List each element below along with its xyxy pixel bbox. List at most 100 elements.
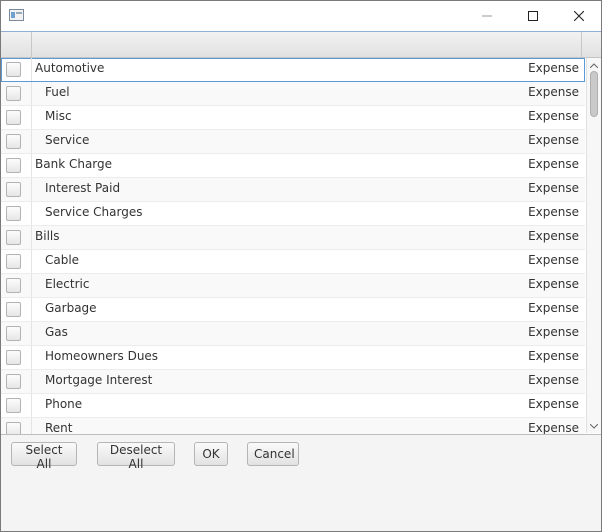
- scroll-up-icon[interactable]: [589, 60, 599, 70]
- close-button[interactable]: [556, 1, 602, 31]
- row-category-name: Service Charges: [45, 205, 143, 219]
- cancel-button[interactable]: Cancel: [247, 442, 299, 466]
- category-table: Automotive Expense Fuel Expense Misc Expense S…: [1, 31, 601, 435]
- table-row[interactable]: Interest Paid Expense: [1, 178, 585, 202]
- row-category-type: Expense: [528, 133, 579, 147]
- row-check-cell: [1, 106, 32, 129]
- row-check-cell: [1, 298, 32, 321]
- minimize-button[interactable]: [464, 1, 510, 31]
- table-row[interactable]: Service Expense: [1, 130, 585, 154]
- row-checkbox[interactable]: [6, 326, 21, 341]
- row-category-name: Bills: [35, 229, 60, 243]
- row-category-type: Expense: [528, 109, 579, 123]
- row-category-type: Expense: [528, 349, 579, 363]
- table-row[interactable]: Homeowners Dues Expense: [1, 346, 585, 370]
- row-checkbox[interactable]: [6, 230, 21, 245]
- row-checkbox[interactable]: [6, 254, 21, 269]
- row-category-type: Expense: [528, 373, 579, 387]
- maximize-icon: [528, 11, 538, 21]
- scroll-down-icon[interactable]: [589, 421, 599, 431]
- ok-button[interactable]: OK: [194, 442, 228, 466]
- table-row[interactable]: Fuel Expense: [1, 82, 585, 106]
- button-bar: Select All Deselect All OK Cancel: [1, 434, 601, 474]
- row-category-type: Expense: [528, 325, 579, 339]
- row-checkbox[interactable]: [6, 110, 21, 125]
- row-category-name: Cable: [45, 253, 80, 267]
- row-category-type: Expense: [528, 301, 579, 315]
- dialog-window: Automotive Expense Fuel Expense Misc Expense S…: [0, 0, 602, 532]
- row-check-cell: [1, 130, 32, 153]
- row-category-name: Fuel: [45, 85, 70, 99]
- table-row[interactable]: Cable Expense: [1, 250, 585, 274]
- row-category-name: Misc: [45, 109, 72, 123]
- row-check-cell: [1, 322, 32, 345]
- select-all-button[interactable]: Select All: [11, 442, 77, 471]
- table-row[interactable]: Electric Expense: [1, 274, 585, 298]
- row-category-type: Expense: [528, 229, 579, 243]
- vertical-scrollbar[interactable]: [586, 58, 601, 433]
- maximize-button[interactable]: [510, 1, 556, 31]
- row-category-type: Expense: [528, 253, 579, 267]
- row-check-cell: [1, 346, 32, 369]
- app-icon: [9, 9, 24, 21]
- row-checkbox[interactable]: [6, 158, 21, 173]
- table-row[interactable]: Service Charges Expense: [1, 202, 585, 226]
- row-category-name: Interest Paid: [45, 181, 121, 195]
- row-category-name: Automotive: [35, 61, 105, 75]
- row-check-cell: [1, 202, 32, 225]
- table-rows: Automotive Expense Fuel Expense Misc Expense S…: [1, 58, 585, 435]
- row-checkbox[interactable]: [6, 62, 21, 77]
- row-check-cell: [1, 82, 32, 105]
- row-check-cell: [1, 274, 32, 297]
- minimize-icon: [482, 15, 492, 17]
- row-checkbox[interactable]: [6, 350, 21, 365]
- row-check-cell: [1, 370, 32, 393]
- row-category-name: Gas: [45, 325, 68, 339]
- row-checkbox[interactable]: [6, 182, 21, 197]
- row-category-type: Expense: [528, 205, 579, 219]
- table-row[interactable]: Gas Expense: [1, 322, 585, 346]
- table-row[interactable]: Bills Expense: [1, 226, 585, 250]
- row-check-cell: [1, 394, 32, 417]
- table-row[interactable]: Rent Expense: [1, 418, 585, 435]
- row-category-name: Phone: [45, 397, 83, 411]
- row-checkbox[interactable]: [6, 86, 21, 101]
- header-check-column[interactable]: [1, 32, 32, 57]
- row-category-name: Homeowners Dues: [45, 349, 159, 363]
- row-category-name: Rent: [45, 421, 73, 435]
- scroll-thumb[interactable]: [590, 71, 598, 117]
- table-row[interactable]: Mortgage Interest Expense: [1, 370, 585, 394]
- row-checkbox[interactable]: [6, 398, 21, 413]
- row-category-type: Expense: [528, 277, 579, 291]
- row-check-cell: [1, 58, 32, 81]
- row-category-type: Expense: [528, 157, 579, 171]
- deselect-all-button[interactable]: Deselect All: [97, 442, 175, 471]
- row-check-cell: [1, 250, 32, 273]
- row-category-name: Garbage: [45, 301, 97, 315]
- table-header: [1, 32, 601, 58]
- row-category-name: Bank Charge: [35, 157, 113, 171]
- row-category-type: Expense: [528, 61, 579, 75]
- title-bar: [1, 1, 601, 31]
- row-category-name: Mortgage Interest: [45, 373, 153, 387]
- row-category-type: Expense: [528, 181, 579, 195]
- table-row[interactable]: Garbage Expense: [1, 298, 585, 322]
- row-category-type: Expense: [528, 85, 579, 99]
- row-category-type: Expense: [528, 397, 579, 411]
- header-name-column[interactable]: [32, 32, 582, 57]
- row-checkbox[interactable]: [6, 374, 21, 389]
- row-check-cell: [1, 226, 32, 249]
- table-row[interactable]: Phone Expense: [1, 394, 585, 418]
- row-checkbox[interactable]: [6, 134, 21, 149]
- table-row[interactable]: Misc Expense: [1, 106, 585, 130]
- row-checkbox[interactable]: [6, 206, 21, 221]
- row-category-name: Service: [45, 133, 90, 147]
- row-category-name: Electric: [45, 277, 90, 291]
- row-check-cell: [1, 418, 32, 434]
- table-row[interactable]: Automotive Expense: [1, 58, 585, 82]
- row-category-type: Expense: [528, 421, 579, 435]
- row-check-cell: [1, 178, 32, 201]
- row-checkbox[interactable]: [6, 278, 21, 293]
- row-checkbox[interactable]: [6, 302, 21, 317]
- table-row[interactable]: Bank Charge Expense: [1, 154, 585, 178]
